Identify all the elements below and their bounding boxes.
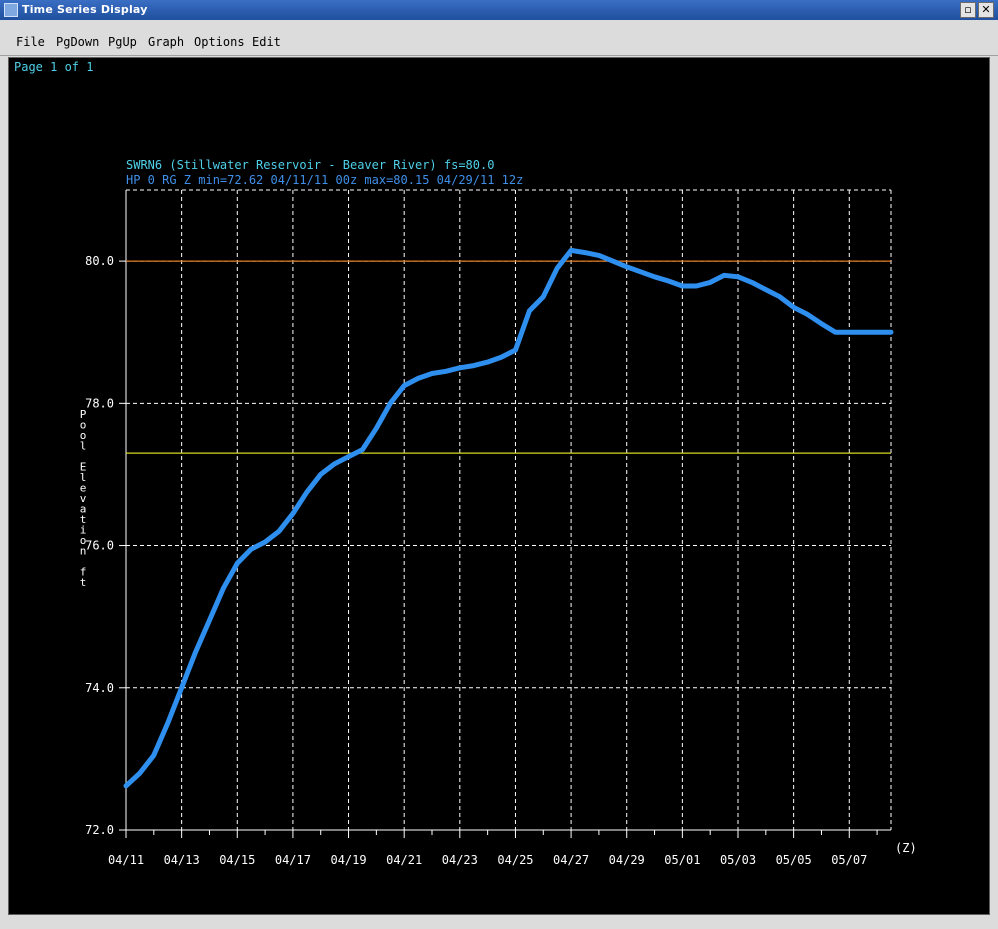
x-tick-label: 05/01 <box>664 853 700 867</box>
minimize-icon[interactable]: ▫ <box>960 2 976 18</box>
y-tick-label: 74.0 <box>85 681 114 695</box>
window-titlebar[interactable]: Time Series Display ▫ ✕ <box>0 0 998 20</box>
y-axis-label: Pool Elevation ft <box>80 408 87 589</box>
x-tick-label: 04/21 <box>386 853 422 867</box>
time-series-chart: SWRN6 (Stillwater Reservoir - Beaver Riv… <box>80 158 917 867</box>
x-tick-label: 05/07 <box>831 853 867 867</box>
series-line-pool-elevation <box>123 247 894 789</box>
close-icon[interactable]: ✕ <box>978 2 994 18</box>
x-tick-label: 05/03 <box>720 853 756 867</box>
menu-pgdown[interactable]: PgDown <box>56 35 99 49</box>
menu-file[interactable]: File <box>16 35 45 49</box>
menu-edit[interactable]: Edit <box>252 35 281 49</box>
y-tick-label: 80.0 <box>85 254 114 268</box>
window-title: Time Series Display <box>22 3 148 16</box>
x-tick-label: 04/25 <box>497 853 533 867</box>
x-tick-label: 04/23 <box>442 853 478 867</box>
menu-pgup[interactable]: PgUp <box>108 35 137 49</box>
y-tick-label: 76.0 <box>85 539 114 553</box>
x-tick-label: 04/27 <box>553 853 589 867</box>
x-tick-label: 04/19 <box>330 853 366 867</box>
x-tick-label: 04/11 <box>108 853 144 867</box>
menu-bar: File PgDown PgUp Graph Options Edit <box>0 20 998 56</box>
menu-options[interactable]: Options <box>194 35 245 49</box>
x-tick-label: 04/17 <box>275 853 311 867</box>
x-tick-label: 05/05 <box>776 853 812 867</box>
x-axis-unit-label: (Z) <box>895 841 917 855</box>
graph-display-area[interactable]: Page 1 of 1 SWRN6 (Stillwater Reservoir … <box>8 57 990 915</box>
menu-graph[interactable]: Graph <box>148 35 184 49</box>
y-tick-label: 78.0 <box>85 396 114 410</box>
x-tick-label: 04/13 <box>164 853 200 867</box>
x-tick-label: 04/15 <box>219 853 255 867</box>
x-tick-label: 04/29 <box>609 853 645 867</box>
app-icon <box>4 3 18 17</box>
window-bottom-border <box>0 915 998 929</box>
chart-title: SWRN6 (Stillwater Reservoir - Beaver Riv… <box>126 158 494 172</box>
chart-subtitle: HP 0 RG Z min=72.62 04/11/11 00z max=80.… <box>126 173 523 187</box>
y-tick-label: 72.0 <box>85 823 114 837</box>
